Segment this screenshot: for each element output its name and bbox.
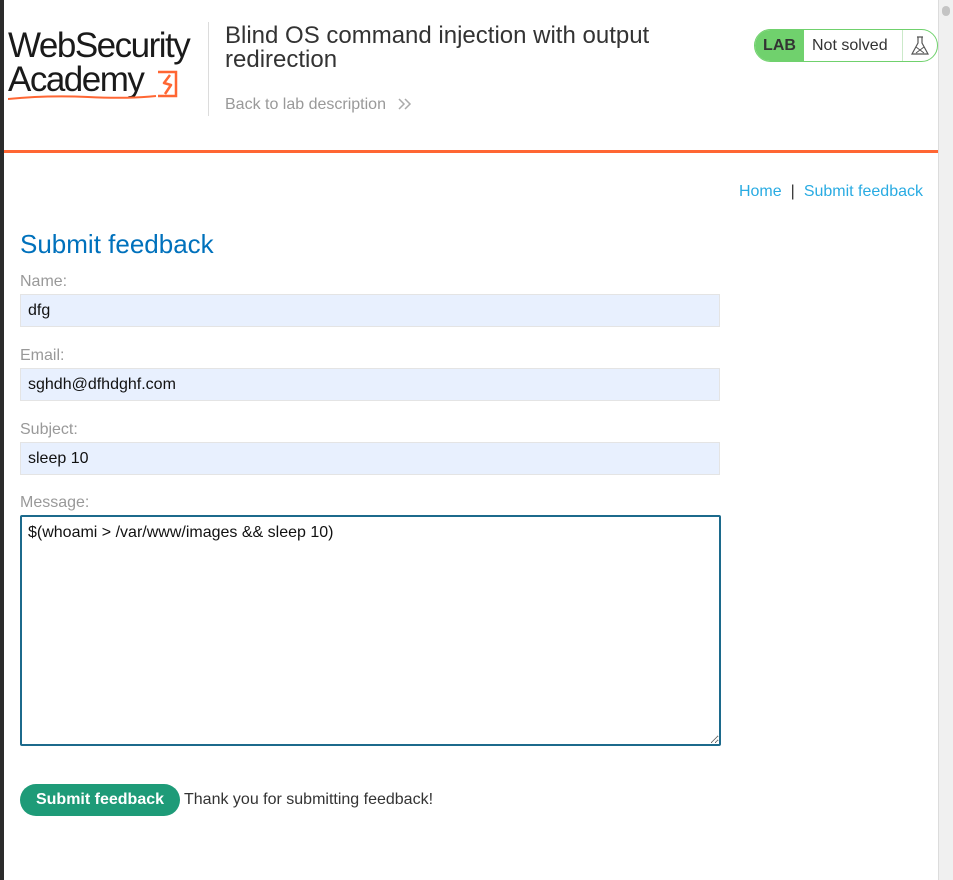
double-chevron-right-icon	[398, 98, 412, 110]
lab-title: Blind OS command injection with output r…	[225, 22, 650, 73]
email-label: Email:	[20, 347, 65, 364]
subject-input[interactable]	[20, 442, 720, 475]
nav-home-link[interactable]: Home	[739, 183, 782, 200]
back-to-lab-description-link[interactable]: Back to lab description	[225, 96, 412, 114]
page-title: Submit feedback	[20, 229, 214, 259]
subject-label: Subject:	[20, 421, 78, 438]
header: WebSecurity Academy Blind OS command inj…	[4, 0, 938, 153]
page: WebSecurity Academy Blind OS command inj…	[4, 0, 938, 880]
lab-status-text: Not solved	[804, 30, 903, 61]
web-security-academy-logo[interactable]: WebSecurity Academy	[8, 28, 208, 102]
nav-submit-feedback-link[interactable]: Submit feedback	[804, 183, 923, 200]
top-nav: Home | Submit feedback	[739, 183, 923, 201]
scrollbar-thumb[interactable]	[942, 6, 950, 16]
name-label: Name:	[20, 273, 68, 290]
vertical-scrollbar[interactable]	[938, 0, 953, 880]
flask-icon	[903, 30, 937, 61]
feedback-confirmation-text: Thank you for submitting feedback!	[184, 791, 434, 808]
message-label: Message:	[20, 494, 90, 511]
submit-feedback-button[interactable]: Submit feedback	[20, 784, 180, 816]
logo-underline	[8, 95, 157, 100]
lab-badge: LAB	[755, 30, 804, 61]
back-link-label: Back to lab description	[225, 96, 386, 113]
logo-text-line1: WebSecurity	[8, 26, 191, 65]
lightning-icon	[158, 70, 178, 98]
lab-status-widget: LAB Not solved	[754, 29, 938, 62]
header-divider	[208, 22, 209, 116]
name-input[interactable]	[20, 294, 720, 327]
nav-separator: |	[790, 183, 795, 200]
message-textarea[interactable]: $(whoami > /var/www/images && sleep 10)	[20, 515, 721, 746]
email-input[interactable]	[20, 368, 720, 401]
